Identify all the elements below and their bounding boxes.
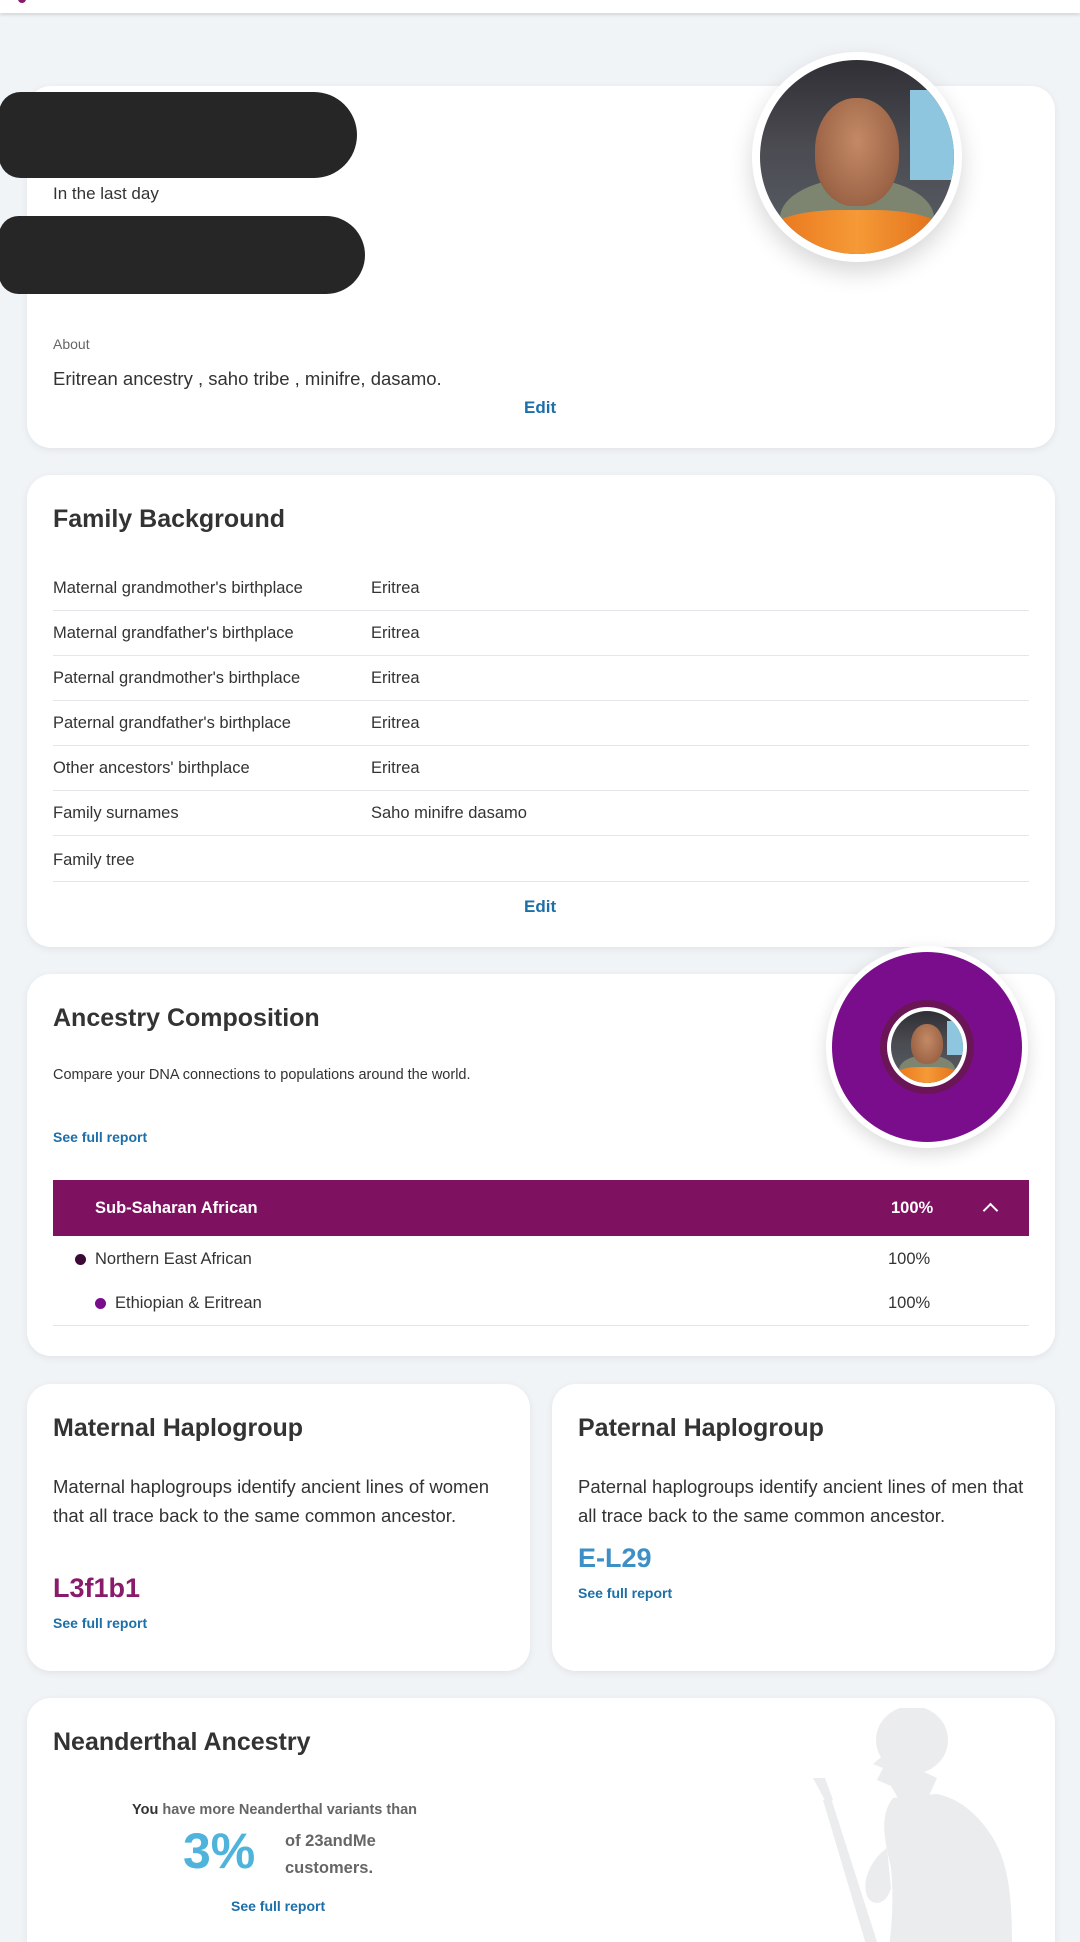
- color-dot-icon: [95, 1298, 106, 1309]
- subregion-percent: 100%: [888, 1250, 931, 1268]
- neanderthal-silhouette-icon: [813, 1708, 1012, 1942]
- family-background-card: Family Background Maternal grandmother's…: [27, 475, 1055, 947]
- table-row: Family surnames Saho minifre dasamo: [53, 791, 1029, 836]
- neanderthal-see-full-report-link[interactable]: See full report: [231, 1898, 325, 1914]
- edit-family-background-button[interactable]: Edit: [524, 897, 556, 917]
- row-value: Eritrea: [371, 759, 420, 777]
- table-row: Family tree: [53, 836, 1029, 882]
- profile-photo: [760, 60, 954, 254]
- neanderthal-of-customers: of 23andMe customers.: [285, 1832, 376, 1877]
- paternal-haplogroup-card: Paternal Haplogroup Paternal haplogroups…: [552, 1384, 1055, 1671]
- redacted-location: [0, 216, 365, 294]
- row-label: Paternal grandfather's birthplace: [53, 714, 291, 732]
- edit-about-button[interactable]: Edit: [524, 398, 556, 418]
- row-value: Eritrea: [371, 669, 420, 687]
- profile-avatar[interactable]: [752, 52, 962, 262]
- row-value: Eritrea: [371, 624, 420, 642]
- paternal-haplogroup-description: Paternal haplogroups identify ancient li…: [578, 1476, 1024, 1526]
- neanderthal-ancestry-card: Neanderthal Ancestry You have more Neand…: [27, 1698, 1055, 1942]
- neanderthal-ancestry-title: Neanderthal Ancestry: [53, 1728, 311, 1756]
- donut-avatar-photo: [891, 1011, 963, 1083]
- ancestry-donut-center: [880, 1000, 974, 1094]
- top-navigation-bar: [0, 0, 1080, 13]
- row-label: Paternal grandmother's birthplace: [53, 669, 301, 687]
- maternal-haplogroup-card: Maternal Haplogroup Maternal haplogroups…: [27, 1384, 530, 1671]
- subregion-row[interactable]: Northern East African 100%: [53, 1238, 1029, 1282]
- table-row: Maternal grandmother's birthplace Eritre…: [53, 566, 1029, 611]
- about-text: Eritrean ancestry , saho tribe , minifre…: [53, 368, 442, 389]
- family-background-title: Family Background: [53, 505, 285, 533]
- row-label: Other ancestors' birthplace: [53, 759, 250, 777]
- subregion-percent: 100%: [888, 1294, 931, 1312]
- ancestry-see-full-report-link[interactable]: See full report: [53, 1129, 147, 1145]
- region-name: Sub-Saharan African: [95, 1199, 258, 1217]
- maternal-haplogroup-value: L3f1b1: [53, 1573, 141, 1603]
- brand-logo-fragment[interactable]: [18, 0, 26, 3]
- redacted-name: [0, 92, 357, 178]
- subregion-name: Northern East African: [95, 1250, 252, 1268]
- maternal-see-full-report-link[interactable]: See full report: [53, 1615, 147, 1631]
- maternal-haplogroup-title: Maternal Haplogroup: [53, 1414, 304, 1442]
- table-row: Maternal grandfather's birthplace Eritre…: [53, 611, 1029, 656]
- donut-avatar: [887, 1007, 967, 1087]
- row-label: Family surnames: [53, 804, 179, 822]
- table-row: Paternal grandmother's birthplace Eritre…: [53, 656, 1029, 701]
- ancestry-composition-description: Compare your DNA connections to populati…: [53, 1067, 471, 1083]
- paternal-see-full-report-link[interactable]: See full report: [578, 1585, 672, 1601]
- row-value: Eritrea: [371, 579, 420, 597]
- row-value: Saho minifre dasamo: [371, 804, 527, 822]
- table-row: Other ancestors' birthplace Eritrea: [53, 746, 1029, 791]
- chevron-up-icon[interactable]: [982, 1202, 999, 1219]
- region-row-sub-saharan-african[interactable]: Sub-Saharan African 100%: [53, 1180, 1029, 1236]
- about-label: About: [53, 336, 90, 352]
- row-label: Maternal grandfather's birthplace: [53, 624, 294, 642]
- maternal-haplogroup-description: Maternal haplogroups identify ancient li…: [53, 1476, 490, 1526]
- ancestry-donut-chart[interactable]: [826, 946, 1028, 1148]
- neanderthal-percent: 3%: [183, 1823, 256, 1879]
- table-row: Paternal grandfather's birthplace Eritre…: [53, 701, 1029, 746]
- paternal-haplogroup-title: Paternal Haplogroup: [578, 1414, 824, 1442]
- subregion-name: Ethiopian & Eritrean: [115, 1294, 262, 1312]
- last-active-text: In the last day: [53, 184, 159, 203]
- row-label: Maternal grandmother's birthplace: [53, 579, 303, 597]
- ancestry-composition-title: Ancestry Composition: [53, 1004, 320, 1032]
- color-dot-icon: [75, 1254, 86, 1265]
- region-percent: 100%: [891, 1199, 934, 1217]
- paternal-haplogroup-value: E-L29: [578, 1543, 652, 1573]
- neanderthal-statement: You have more Neanderthal variants than: [132, 1802, 417, 1818]
- neanderthal-statement-text: have more Neanderthal variants than: [162, 1802, 417, 1818]
- row-label: Family tree: [53, 851, 135, 869]
- subregion-row[interactable]: Ethiopian & Eritrean 100%: [53, 1282, 1029, 1326]
- neanderthal-you-label: You: [132, 1802, 159, 1818]
- row-value: Eritrea: [371, 714, 420, 732]
